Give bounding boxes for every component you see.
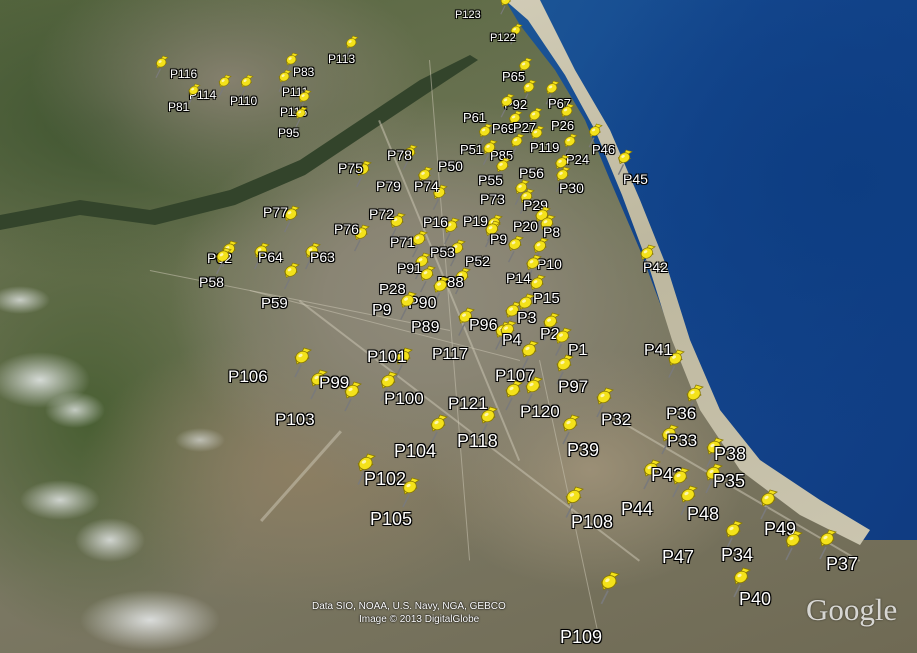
placemark-label: P40 [739,589,772,609]
placemark-label: P41 [644,342,673,359]
placemark-label: P105 [370,509,413,529]
placemark-label: P110 [230,94,258,108]
placemark-label: P73 [480,191,505,207]
placemark-label: P15 [533,290,560,307]
placemark-layer: P123 P122 P116 P83 P113 P111 P114 P110 P81 P115 P9… [0,0,917,653]
yellow-pushpin-icon [508,235,525,263]
placemark-label: P56 [519,165,544,181]
placemark-label: P20 [513,218,538,234]
placemark-label: P83 [293,65,315,79]
placemark-label: P122 [490,32,516,44]
placemark-label: P39 [567,440,600,460]
google-logo: Google [806,592,898,627]
placemark-label: P75 [338,160,363,176]
placemark-label: P42 [643,259,668,275]
placemark-label: P52 [465,253,490,269]
placemark-label: P108 [571,512,614,532]
placemark-label: P47 [662,547,695,567]
placemark-label: P101 [367,347,407,366]
placemark-label: P81 [168,100,190,114]
placemark-label: P55 [478,172,503,188]
yellow-pushpin-icon [600,571,620,605]
yellow-pushpin-icon [500,0,511,15]
placemark-label: P3 [517,310,537,327]
placemark-label: P120 [520,402,560,421]
placemark-label: P106 [228,367,268,386]
placemark-label: P78 [387,147,412,163]
placemark-label: P30 [559,180,584,196]
yellow-pushpin-icon [760,489,778,520]
placemark-label: P16 [423,214,448,230]
placemark-label: P113 [328,52,356,66]
attribution-imagery: Image © 2013 DigitalGlobe [359,614,480,625]
placemark-label: P59 [261,295,288,312]
yellow-pushpin-icon [344,381,362,412]
placemark-label: P45 [623,171,648,187]
placemark-label: P63 [310,249,335,265]
yellow-pushpin-icon [295,106,308,128]
placemark-label: P34 [721,545,754,565]
placemark-label: P109 [560,627,603,647]
placemark-label: P36 [666,404,697,423]
yellow-pushpin-icon [400,291,418,320]
placemark-label: P46 [592,142,616,157]
placemark-label: P95 [278,126,300,140]
placemark-label: P38 [714,444,747,464]
placemark-label: P35 [713,471,746,491]
placemark-label: P37 [826,554,859,574]
placemark-label: P116 [170,67,198,81]
placemark-label: P50 [438,158,463,174]
yellow-pushpin-icon [402,477,420,508]
placemark-label: P64 [258,249,283,265]
placemark-label: P58 [199,274,224,290]
placemark-label: P89 [411,319,440,336]
placemark-label: P9 [372,302,392,319]
placemark-label: P48 [687,504,720,524]
placemark-label: P123 [455,9,481,21]
placemark-label: P118 [457,431,498,451]
placemark-label: P72 [369,206,394,222]
placemark-label: P33 [667,431,698,450]
placemark-label: P76 [334,221,359,237]
placemark-label: P79 [376,178,401,194]
yellow-pushpin-icon [785,530,803,561]
placemark-label: P32 [601,410,632,429]
satellite-map[interactable]: P123 P122 P116 P83 P113 P111 P114 P110 P81 P115 P9… [0,0,917,653]
yellow-pushpin-icon [216,247,233,275]
imagery-attribution: Data SIO, NOAA, U.S. Navy, NGA, GEBCO Im… [312,600,572,626]
placemark-label: P8 [543,224,561,240]
yellow-pushpin-icon [155,55,169,78]
placemark-label: P71 [390,234,415,250]
placemark-label: P119 [530,140,560,155]
attribution-data-sources: Data SIO, NOAA, U.S. Navy, NGA, GEBCO [312,601,506,612]
placemark-label: P100 [384,389,424,408]
placemark-label: P53 [430,244,455,260]
placemark-label: P26 [551,118,575,133]
placemark-label: P61 [463,110,487,125]
placemark-label: P104 [394,441,437,461]
placemark-label: P44 [621,499,654,519]
yellow-pushpin-icon [284,262,301,290]
placemark-label: P74 [414,178,439,194]
placemark-label: P117 [432,346,469,363]
placemark-label: P77 [263,204,288,220]
placemark-label: P97 [558,377,589,396]
placemark-label: P103 [275,410,315,429]
